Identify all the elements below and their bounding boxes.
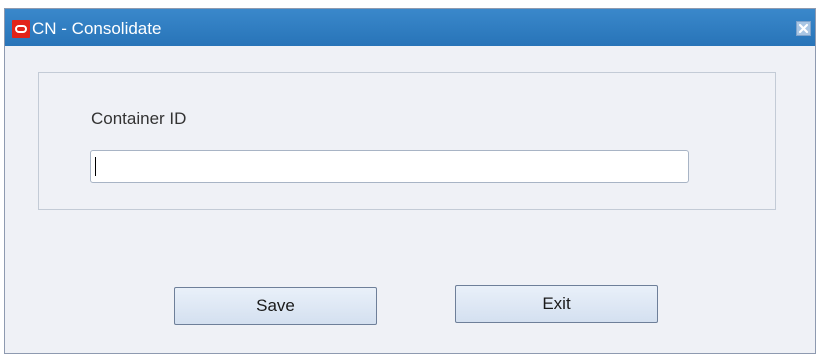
container-id-panel: Container ID [38, 72, 776, 210]
container-id-input[interactable] [90, 150, 689, 183]
title-bar[interactable]: CN - Consolidate [5, 9, 815, 46]
consolidate-dialog: CN - Consolidate Container ID Save Exit [4, 8, 816, 354]
window-title: CN - Consolidate [32, 19, 162, 38]
container-id-label: Container ID [91, 109, 187, 128]
close-icon[interactable] [796, 21, 811, 36]
oracle-logo-icon [12, 20, 30, 38]
text-caret [95, 157, 96, 176]
exit-button[interactable]: Exit [455, 285, 658, 323]
save-button[interactable]: Save [174, 287, 377, 325]
